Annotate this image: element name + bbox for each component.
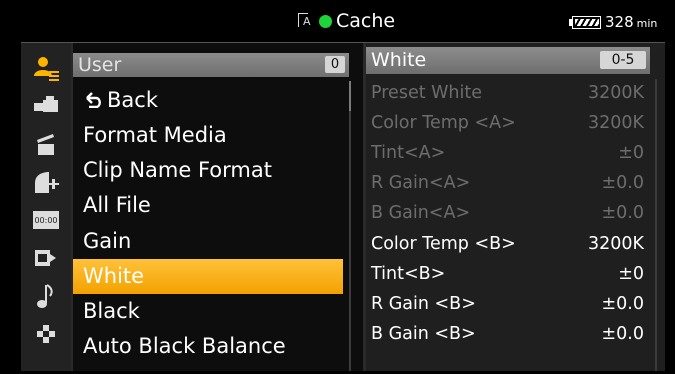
audio-note-icon[interactable] <box>29 281 63 311</box>
user-menu-icon[interactable] <box>29 53 63 83</box>
param-name: Color Temp <A> <box>371 113 516 133</box>
param-value: ±0.0 <box>601 324 645 344</box>
menu-header: User 0 <box>73 53 349 77</box>
menu-item-back-text: Back <box>107 88 158 112</box>
detail-title: White <box>371 49 427 71</box>
menu-list: User 0 Back Format Media Clip Name Forma… <box>73 43 363 371</box>
menu-item-label: All File <box>83 193 151 217</box>
param-value: 3200K <box>587 234 644 254</box>
menu-panel: 00:00 User 0 Back Format Media Clip Name… <box>21 42 665 371</box>
menu-item-format-media[interactable]: Format Media <box>73 118 343 153</box>
back-arrow-icon <box>83 88 103 113</box>
param-name: B Gain<A> <box>371 203 471 223</box>
battery-remaining-value: 328 <box>605 13 634 31</box>
camera-icon[interactable] <box>29 91 63 121</box>
param-preset-white: Preset White 3200K <box>366 78 650 108</box>
menu-item-label: Auto Black Balance <box>83 334 286 358</box>
param-name: Preset White <box>371 83 483 103</box>
battery-remaining-unit: min <box>636 17 658 30</box>
param-value: ±0.0 <box>601 203 645 223</box>
timecode-icon[interactable]: 00:00 <box>29 205 63 235</box>
menu-item-label: Gain <box>83 229 132 253</box>
param-name: B Gain <B> <box>371 324 476 344</box>
menu-item-auto-black-balance[interactable]: Auto Black Balance <box>73 329 343 364</box>
param-color-temp-a: Color Temp <A> 3200K <box>366 108 650 138</box>
menu-scrollbar-thumb[interactable] <box>349 81 351 111</box>
menu-title: User <box>78 54 122 76</box>
param-name: R Gain<A> <box>371 173 471 193</box>
output-icon[interactable] <box>29 243 63 273</box>
param-r-gain-b[interactable]: R Gain <B> ±0.0 <box>366 289 650 319</box>
param-name: R Gain <B> <box>371 294 476 314</box>
lens-icon[interactable] <box>29 167 63 197</box>
category-sidebar: 00:00 <box>21 43 71 371</box>
param-value: 3200K <box>587 83 644 103</box>
menu-item-label-back: Back <box>83 88 158 113</box>
battery-icon <box>569 16 602 29</box>
battery-remaining: 328 min <box>605 13 657 33</box>
menu-scrollbar[interactable] <box>349 81 351 371</box>
menu-item-gain[interactable]: Gain <box>73 224 343 259</box>
clapper-icon[interactable] <box>29 129 63 159</box>
param-b-gain-a: B Gain<A> ±0.0 <box>366 198 650 228</box>
menu-item-label: White <box>83 264 145 288</box>
param-value: 3200K <box>587 113 644 133</box>
param-tint-b[interactable]: Tint<B> ±0 <box>366 259 650 289</box>
detail-range-badge: 0-5 <box>600 51 646 69</box>
detail-scrollbar[interactable] <box>655 79 657 371</box>
cache-label: Cache <box>336 10 396 32</box>
param-name: Tint<B> <box>371 264 446 284</box>
media-slot-letter: A <box>303 15 311 28</box>
menu-item-black[interactable]: Black <box>73 294 343 329</box>
param-color-temp-b[interactable]: Color Temp <B> 3200K <box>366 229 650 259</box>
param-value: ±0 <box>618 264 644 284</box>
param-b-gain-b[interactable]: B Gain <B> ±0.0 <box>366 319 650 349</box>
param-name: Color Temp <B> <box>371 234 516 254</box>
param-value: ±0.0 <box>601 173 645 193</box>
param-value: ±0.0 <box>601 294 645 314</box>
param-name: Tint<A> <box>371 143 446 163</box>
menu-item-label: Clip Name Format <box>83 158 272 182</box>
detail-header: White 0-5 <box>366 47 650 74</box>
menu-item-white[interactable]: White <box>73 259 343 294</box>
detail-panel: White 0-5 Preset White 3200K Color Temp … <box>366 43 665 371</box>
status-bar: A Cache 328 min <box>0 0 675 40</box>
media-slot-icon: A <box>298 13 314 29</box>
menu-item-clip-name-format[interactable]: Clip Name Format <box>73 153 343 188</box>
menu-item-label: Black <box>83 299 140 323</box>
cache-status-dot-icon <box>319 15 332 28</box>
menu-item-label: Format Media <box>83 123 227 147</box>
svg-text:00:00: 00:00 <box>34 216 57 225</box>
maintenance-icon[interactable] <box>29 319 63 349</box>
param-r-gain-a: R Gain<A> ±0.0 <box>366 168 650 198</box>
menu-item-all-file[interactable]: All File <box>73 188 343 223</box>
param-value: ±0 <box>618 143 644 163</box>
menu-item-back[interactable]: Back <box>73 83 343 118</box>
param-tint-a: Tint<A> ±0 <box>366 138 650 168</box>
menu-page-badge: 0 <box>325 56 345 73</box>
